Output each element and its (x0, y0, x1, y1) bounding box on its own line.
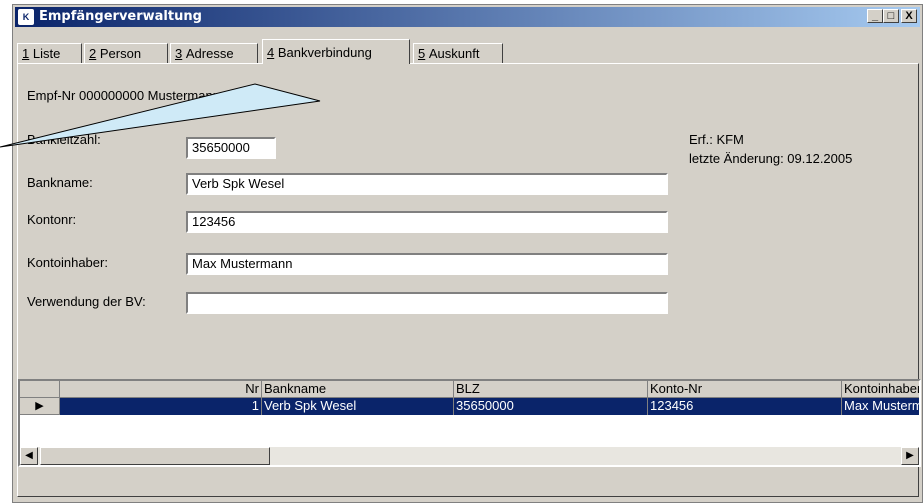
col-header-blz[interactable]: BLZ (454, 381, 648, 398)
bankname-label: Bankname: (27, 175, 93, 190)
row-indicator-icon[interactable]: ▶ (20, 398, 60, 415)
tab-adresse-number: 3 (175, 46, 183, 61)
table-row-nr[interactable]: 1 (60, 398, 262, 415)
table-row-kontoinhaber[interactable]: Max Mustermann (842, 398, 919, 415)
tab-adresse[interactable]: 3 Adresse (170, 43, 258, 63)
main-window: K Empfängerverwaltung _ □ X 1 Liste 2 Pe… (12, 4, 923, 503)
title-bar: K Empfängerverwaltung _ □ X (15, 7, 920, 27)
table-row-konto-nr[interactable]: 123456 (648, 398, 842, 415)
kontonr-label: Kontonr: (27, 212, 77, 227)
blz-label: Bankleitzahl: (27, 132, 101, 147)
bank-table[interactable]: Nr Bankname BLZ Konto-Nr Kontoinhaber ▶ … (18, 379, 921, 467)
col-header-bankname[interactable]: Bankname (262, 381, 454, 398)
erfasser-label: Erf.: KFM (689, 132, 744, 147)
verwendung-label: Verwendung der BV: (27, 294, 146, 309)
table-row-bankname[interactable]: Verb Spk Wesel (262, 398, 454, 415)
bankname-field[interactable]: Verb Spk Wesel (186, 173, 668, 195)
tab-auskunft-number: 5 (418, 46, 426, 61)
scrollbar-thumb[interactable] (40, 447, 270, 465)
app-icon: K (18, 9, 34, 25)
tab-bankverbindung[interactable]: 4 Bankverbindung (262, 39, 410, 64)
tab-liste-number: 1 (22, 46, 30, 61)
scroll-right-icon[interactable]: ▶ (901, 447, 919, 465)
verwendung-field[interactable] (186, 292, 668, 314)
tab-person-number: 2 (89, 46, 97, 61)
blz-field[interactable]: 35650000 (186, 137, 276, 159)
col-header-kontoinhaber[interactable]: Kontoinhaber (842, 381, 919, 398)
letzte-aenderung-label: letzte Änderung: 09.12.2005 (689, 151, 853, 166)
tab-person[interactable]: 2 Person (84, 43, 168, 63)
tab-bankverbindung-number: 4 (267, 45, 275, 60)
tab-adresse-label: Adresse (185, 46, 234, 61)
tab-auskunft-label: Auskunft (428, 46, 480, 61)
record-line: Empf-Nr 000000000 Mustermann, Max (27, 88, 252, 103)
tab-bankverbindung-label: Bankverbindung (277, 45, 372, 60)
table-corner (20, 381, 60, 398)
tab-liste[interactable]: 1 Liste (17, 43, 82, 63)
close-button[interactable]: X (901, 9, 917, 23)
col-header-konto-nr[interactable]: Konto-Nr (648, 381, 842, 398)
col-header-nr[interactable]: Nr (60, 381, 262, 398)
tab-liste-label: Liste (32, 46, 61, 61)
kontonr-field[interactable]: 123456 (186, 211, 668, 233)
horizontal-scrollbar[interactable]: ◀ ▶ (20, 447, 919, 465)
tab-person-label: Person (99, 46, 142, 61)
table-row-blz[interactable]: 35650000 (454, 398, 648, 415)
window-title: Empfängerverwaltung (39, 9, 202, 24)
tab-auskunft[interactable]: 5 Auskunft (413, 43, 503, 63)
kontoinhaber-field[interactable]: Max Mustermann (186, 253, 668, 275)
maximize-button[interactable]: □ (883, 9, 899, 23)
minimize-button[interactable]: _ (867, 9, 883, 23)
scroll-left-icon[interactable]: ◀ (20, 447, 38, 465)
kontoinhaber-label: Kontoinhaber: (27, 255, 108, 270)
